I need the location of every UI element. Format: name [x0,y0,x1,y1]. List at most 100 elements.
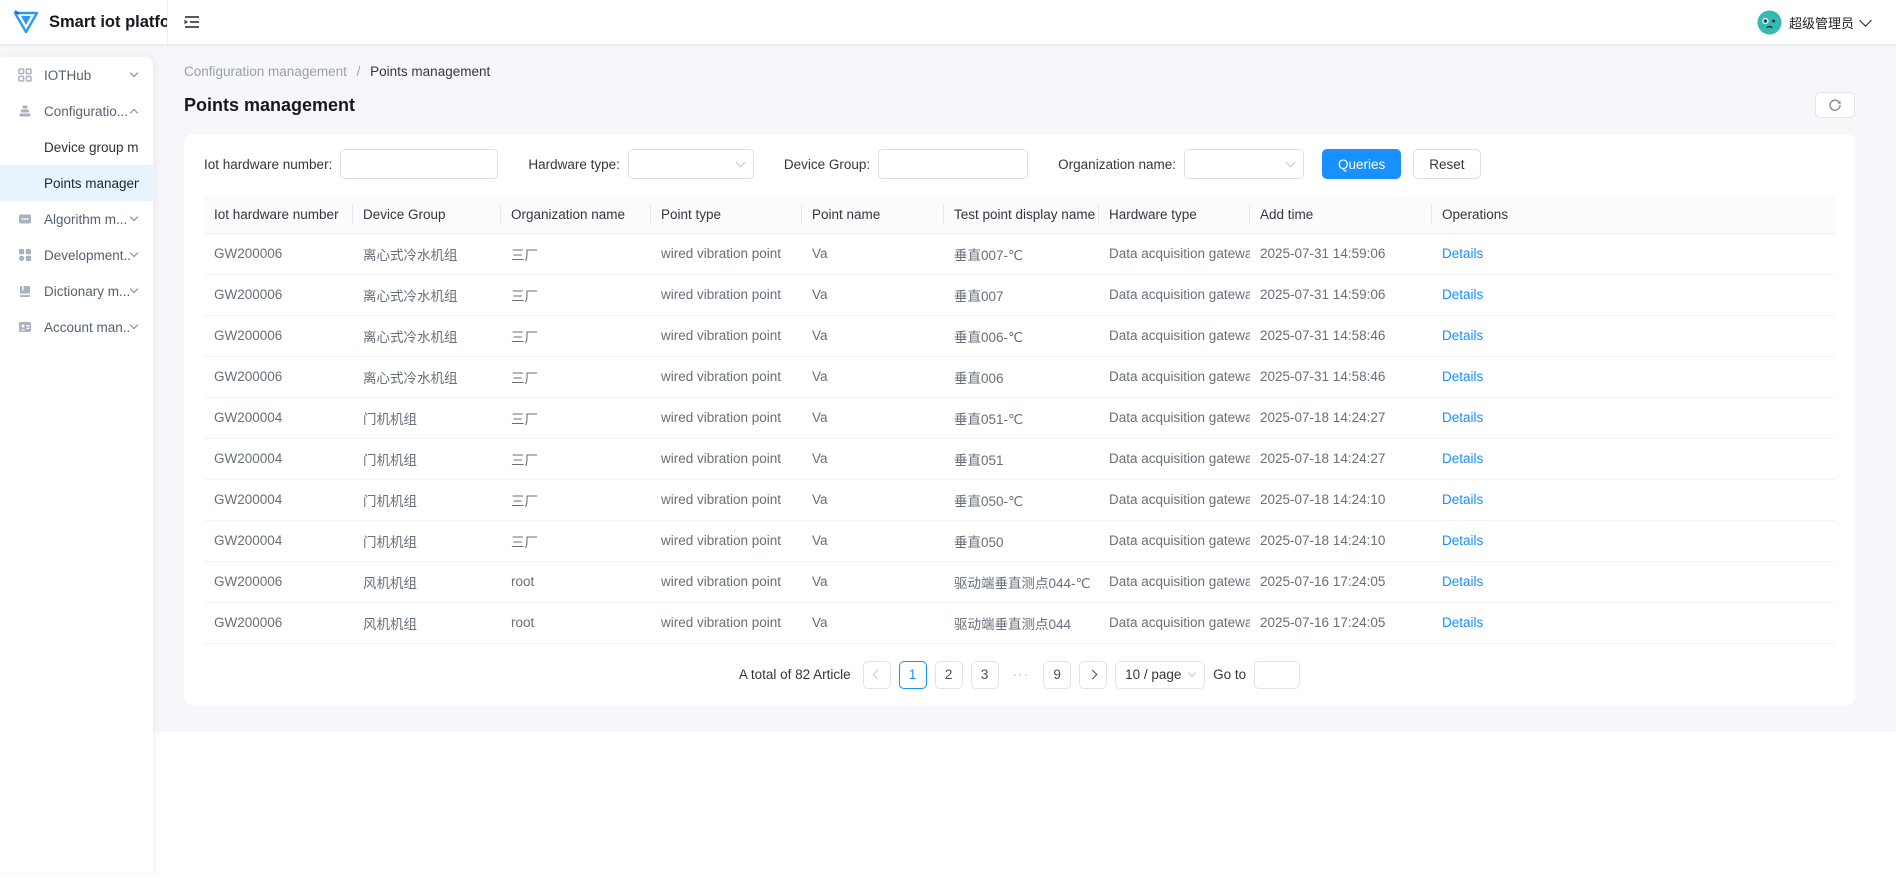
breadcrumb-parent[interactable]: Configuration management [184,64,347,79]
table-cell: Data acquisition gateway [1099,356,1250,397]
table-cell: wired vibration point [651,356,802,397]
sidebar-item-label: IOTHub [44,68,131,83]
table-cell: Va [802,315,944,356]
table-cell: 风机机组 [353,602,501,643]
operations-cell: Details [1432,356,1835,397]
table-cell: wired vibration point [651,397,802,438]
chevron-down-icon [130,249,138,257]
details-link[interactable]: Details [1442,410,1483,425]
table-row: GW200006离心式冷水机组三厂wired vibration pointVa… [204,315,1835,356]
details-link[interactable]: Details [1442,328,1483,343]
table-cell: wired vibration point [651,561,802,602]
table-cell: root [501,561,651,602]
table-cell: 2025-07-18 14:24:10 [1250,479,1432,520]
pagination-page-1[interactable]: 1 [899,661,927,689]
hardware-type-select[interactable] [628,149,754,179]
column-header: Test point display name [944,196,1099,233]
page-size-select[interactable]: 10 / page [1115,661,1205,689]
pagination-page-2[interactable]: 2 [935,661,963,689]
table-cell: 2025-07-16 17:24:05 [1250,602,1432,643]
details-link[interactable]: Details [1442,246,1483,261]
details-link[interactable]: Details [1442,615,1483,630]
table-cell: 驱动端垂直测点044-℃ [944,561,1099,602]
table-cell: 三厂 [501,438,651,479]
sidebar-item-points-management[interactable]: Points managem... [0,165,153,201]
table-cell: 2025-07-31 14:59:06 [1250,233,1432,274]
chevron-up-icon [130,109,138,117]
table-cell: 离心式冷水机组 [353,274,501,315]
sidebar-item-device-group-management[interactable]: Device group m... [0,129,153,165]
queries-button[interactable]: Queries [1322,149,1401,179]
pagination-prev-button[interactable] [863,661,891,689]
details-link[interactable]: Details [1442,574,1483,589]
operations-cell: Details [1432,602,1835,643]
table-cell: Va [802,520,944,561]
sidebar-item-iothub[interactable]: IOTHub [0,57,153,93]
device-group-label: Device Group: [784,157,870,172]
table-body: GW200006离心式冷水机组三厂wired vibration pointVa… [204,233,1835,643]
sidebar-item-label: Development... [44,248,131,263]
details-link[interactable]: Details [1442,533,1483,548]
sidebar-item-dictionary[interactable]: Dictionary m... [0,273,153,309]
user-menu[interactable]: 超级管理员 [1757,10,1870,35]
column-header: Point type [651,196,802,233]
table-row: GW200006离心式冷水机组三厂wired vibration pointVa… [204,274,1835,315]
table-cell: 门机机组 [353,397,501,438]
goto-label: Go to [1213,667,1246,682]
table-cell: 离心式冷水机组 [353,315,501,356]
organization-name-label: Organization name: [1058,157,1176,172]
configuration-icon [18,104,34,118]
table-cell: GW200006 [204,561,353,602]
sidebar-item-label: Device group m... [44,140,139,155]
table-cell: GW200004 [204,397,353,438]
iot-hardware-number-input[interactable] [340,149,498,179]
organization-name-select[interactable] [1184,149,1304,179]
logo-area: Smart iot platform [0,0,168,44]
pagination-page-3[interactable]: 3 [971,661,999,689]
chevron-right-icon [1087,670,1097,680]
goto-page-input[interactable] [1254,661,1300,689]
table-cell: 垂直050 [944,520,1099,561]
table-cell: 垂直051-℃ [944,397,1099,438]
sidebar-item-account[interactable]: Account man... [0,309,153,345]
pagination-ellipsis[interactable]: ··· [1007,661,1036,689]
sidebar-item-algorithm[interactable]: Algorithm m... [0,201,153,237]
table-cell: 2025-07-18 14:24:27 [1250,438,1432,479]
pagination-page-9[interactable]: 9 [1043,661,1071,689]
menu-fold-icon[interactable] [183,13,201,31]
table-cell: wired vibration point [651,602,802,643]
chevron-down-icon [1188,668,1196,676]
device-group-input[interactable] [878,149,1028,179]
table-row: GW200006风机机组rootwired vibration pointVa驱… [204,602,1835,643]
pagination-next-button[interactable] [1079,661,1107,689]
table-row: GW200004门机机组三厂wired vibration pointVa垂直0… [204,520,1835,561]
table-row: GW200006离心式冷水机组三厂wired vibration pointVa… [204,233,1835,274]
sidebar-item-development[interactable]: Development... [0,237,153,273]
table-row: GW200004门机机组三厂wired vibration pointVa垂直0… [204,438,1835,479]
refresh-button[interactable] [1815,92,1855,118]
table-cell: Data acquisition gateway [1099,438,1250,479]
details-link[interactable]: Details [1442,369,1483,384]
reset-button[interactable]: Reset [1413,149,1480,179]
table-cell: Data acquisition gateway [1099,233,1250,274]
table-cell: 2025-07-18 14:24:27 [1250,397,1432,438]
table-cell: 门机机组 [353,479,501,520]
chevron-down-icon [1286,157,1296,167]
table-row: GW200006离心式冷水机组三厂wired vibration pointVa… [204,356,1835,397]
operations-cell: Details [1432,561,1835,602]
points-table: Iot hardware number Device Group Organiz… [204,196,1835,644]
table-row: GW200004门机机组三厂wired vibration pointVa垂直0… [204,479,1835,520]
table-cell: 垂直007 [944,274,1099,315]
table-cell: 垂直007-℃ [944,233,1099,274]
column-header: Device Group [353,196,501,233]
table-cell: Va [802,438,944,479]
main-content: Configuration management / Points manage… [153,44,1896,705]
details-link[interactable]: Details [1442,492,1483,507]
table-cell: 三厂 [501,356,651,397]
details-link[interactable]: Details [1442,287,1483,302]
details-link[interactable]: Details [1442,451,1483,466]
sidebar-item-configuration[interactable]: Configuratio... [0,93,153,129]
operations-cell: Details [1432,479,1835,520]
table-cell: 离心式冷水机组 [353,233,501,274]
table-cell: Data acquisition gateway [1099,479,1250,520]
